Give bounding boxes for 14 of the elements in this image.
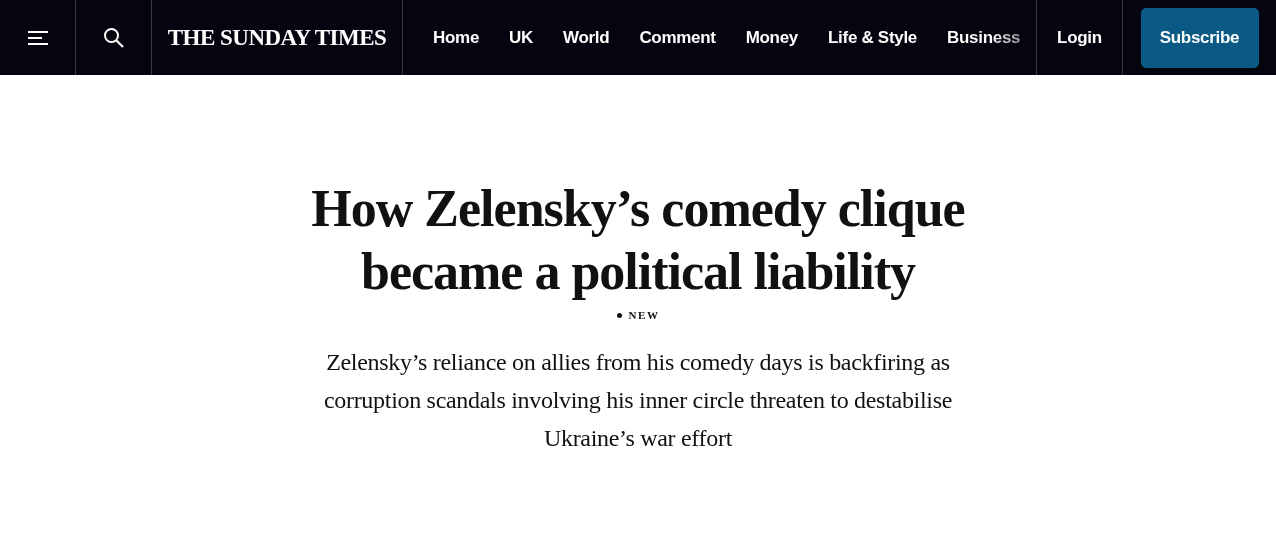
subscribe-button[interactable]: Subscribe [1140, 7, 1259, 68]
menu-icon[interactable] [26, 29, 49, 46]
nav-link[interactable]: Money [745, 27, 798, 48]
nav-link[interactable]: Home [433, 27, 480, 48]
login-link[interactable]: Login [1057, 27, 1102, 48]
search-icon[interactable] [102, 26, 125, 49]
nav-link[interactable]: Comment [639, 27, 716, 48]
new-label: NEW [616, 309, 660, 321]
nav-link[interactable]: UK [509, 27, 533, 48]
standfirst: Zelensky’s reliance on allies from his comedy days is backfiring as corruption scandals involving his inner circle threaten to destabilise Ukraine’s war effort [322, 348, 954, 453]
headline: How Zelensky’s comedy clique became a political liability [310, 179, 966, 302]
nav-link[interactable]: Life & Style [828, 27, 917, 48]
nav-link[interactable]: World [563, 27, 610, 48]
site-logo[interactable]: THE SUNDAY TIMES [167, 24, 387, 51]
